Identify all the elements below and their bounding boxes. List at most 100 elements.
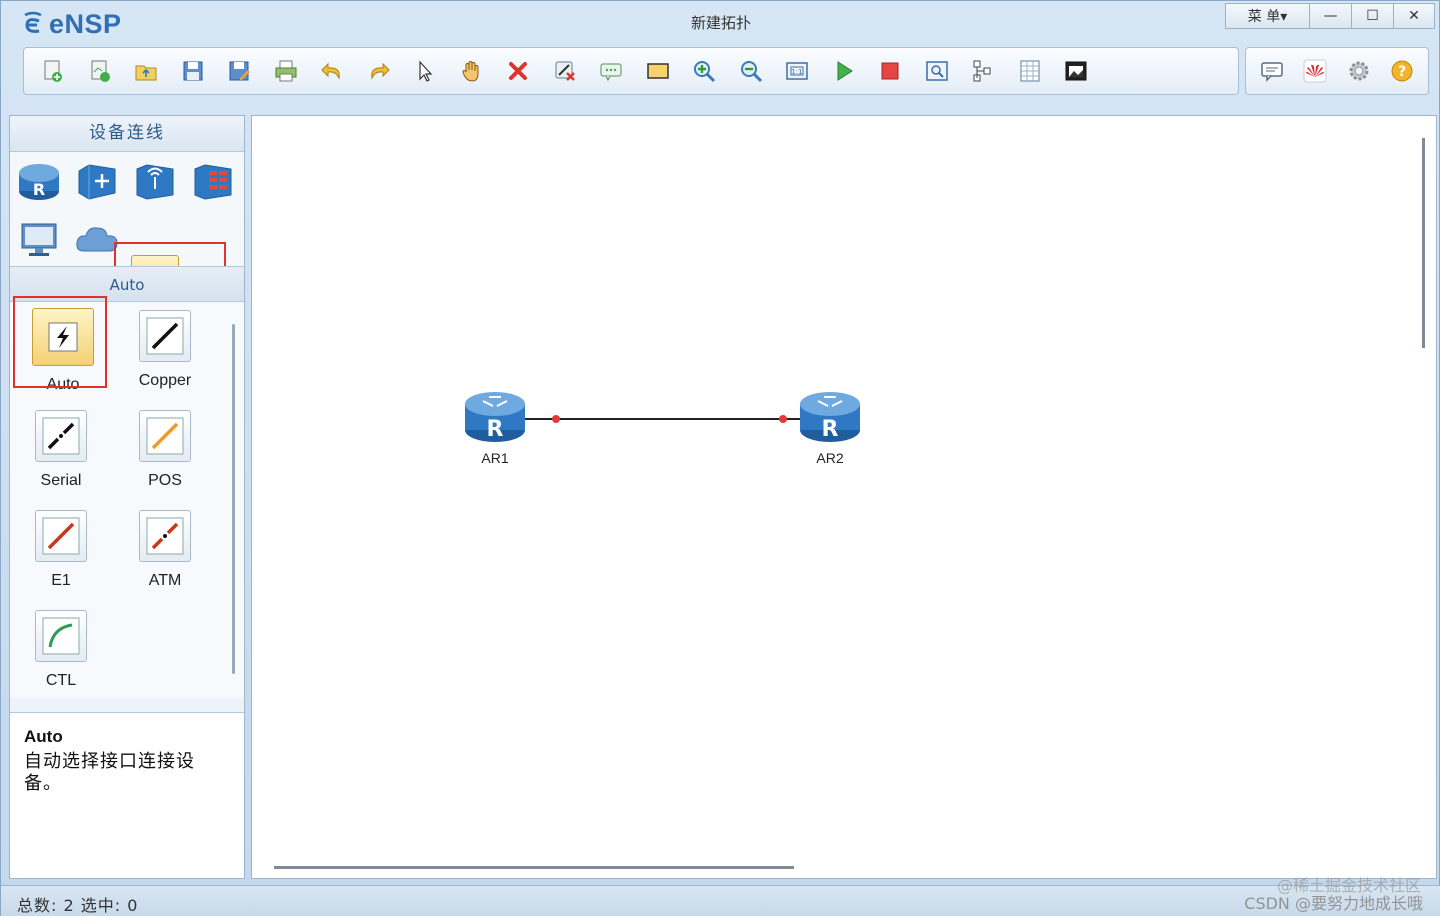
hand-button[interactable] [449,51,496,91]
cable-label-serial: Serial [40,472,82,489]
node-label-ar2: AR2 [816,450,844,466]
text-icon [600,63,622,82]
main-toolbar: 1:1 [23,47,1239,95]
description-title: Auto [24,727,63,746]
maximize-button[interactable]: ☐ [1351,3,1393,29]
start-icon [837,61,853,81]
router-icon: R [465,392,525,442]
delete-link-button[interactable] [542,51,589,91]
cable-tile-ctl [35,610,87,662]
right-toolbar: ? [1245,47,1429,95]
settings-button[interactable] [1337,51,1381,91]
minimize-button[interactable]: — [1309,3,1351,29]
pos-cable-icon [146,417,184,455]
node-label-ar1: AR1 [481,450,509,466]
text-button[interactable] [588,51,635,91]
redo-button[interactable] [356,51,403,91]
delete-link-icon [555,61,575,81]
router-category[interactable]: R [16,158,62,204]
grid-button[interactable] [1007,51,1054,91]
router-node-ar1[interactable]: R AR1 [463,386,527,466]
chat-button[interactable] [1250,51,1294,91]
fit-button[interactable]: 1:1 [774,51,821,91]
topology-link-layer [524,415,802,423]
chat-icon [1261,62,1283,82]
pc-category[interactable] [16,216,62,262]
cable-tile-atm [139,510,191,562]
cable-item-copper[interactable]: Copper [120,310,210,390]
firewall-category[interactable] [190,158,236,204]
rectangle-icon [647,63,669,79]
cable-label-pos: POS [148,472,182,489]
print-icon [275,60,297,82]
select-button[interactable] [402,51,449,91]
cable-list-scrollbar[interactable] [232,324,235,674]
device-category-grid: R [10,152,244,320]
help-button[interactable]: ? [1381,51,1425,91]
cable-label-e1: E1 [51,572,71,589]
panel-header: 设备连线 [10,116,244,152]
cable-label-copper: Copper [138,372,192,389]
window-controls: 菜 单▾ — ☐ ✕ [1225,3,1435,29]
new-topology-button[interactable] [30,51,77,91]
menu-button[interactable]: 菜 单▾ [1225,3,1309,29]
hand-icon [462,61,479,82]
cable-tile-copper [139,310,191,362]
rectangle-button[interactable] [635,51,682,91]
cable-item-pos[interactable]: POS [120,410,210,490]
stop-button[interactable] [867,51,914,91]
svg-text:1:1: 1:1 [792,68,803,76]
canvas-vertical-scrollbar[interactable] [1422,138,1425,348]
cable-item-serial[interactable]: Serial [16,410,106,490]
topology-canvas[interactable]: R AR1 R AR2 [251,115,1437,879]
pc-icon [21,223,57,256]
print-button[interactable] [263,51,310,91]
cable-label-atm: ATM [148,572,182,589]
serial-cable-icon [42,417,80,455]
screenshot-icon [1065,61,1087,81]
open-icon [135,65,157,81]
zoom-out-icon [740,61,762,83]
cable-item-ctl[interactable]: CTL [16,610,106,690]
router-node-ar2[interactable]: R AR2 [798,386,862,466]
zoom-in-button[interactable] [681,51,728,91]
huawei-button[interactable] [1294,51,1338,91]
new-example-icon [91,60,110,82]
auto-cable-highlight [13,296,107,388]
ensp-window: eNSP 新建拓扑 菜 单▾ — ☐ ✕ 1:1 ? 设备连线 R Auto A… [0,0,1440,916]
undo-button[interactable] [309,51,356,91]
wireless-category[interactable] [132,158,178,204]
screenshot-button[interactable] [1053,51,1100,91]
router-icon: R [800,392,860,442]
new-example-button[interactable] [77,51,124,91]
watermark-csdn: CSDN @要努力地成长哦 [1244,894,1423,913]
new-topology-icon [44,60,63,82]
topology-button[interactable] [960,51,1007,91]
description-box: Auto 自动选择接口连接设备。 [10,712,244,878]
canvas-horizontal-scrollbar[interactable] [274,866,794,869]
save-button[interactable] [170,51,217,91]
topology-icon [973,60,991,82]
close-button[interactable]: ✕ [1393,3,1435,29]
cable-item-e1[interactable]: E1 [16,510,106,590]
router-glyph-ar2: R [822,417,839,442]
open-button[interactable] [123,51,170,91]
delete-button[interactable] [495,51,542,91]
switch-category[interactable] [74,158,120,204]
svg-text:R: R [33,180,45,199]
delete-icon [509,62,528,80]
capture-icon [926,61,948,81]
svg-text:?: ? [1398,64,1406,80]
save-as-button[interactable] [216,51,263,91]
zoom-out-button[interactable] [728,51,775,91]
stop-icon [881,62,899,80]
capture-button[interactable] [914,51,961,91]
link-endpoint-ar2 [779,415,787,423]
status-text: 总数: 2 选中: 0 [17,896,139,915]
start-button[interactable] [821,51,868,91]
cable-item-atm[interactable]: ATM [120,510,210,590]
router-icon: R [19,164,59,200]
cable-tile-serial [35,410,87,462]
device-panel: 设备连线 R Auto Auto Copper Serial POS E1 AT… [9,115,245,879]
select-icon [419,60,433,82]
